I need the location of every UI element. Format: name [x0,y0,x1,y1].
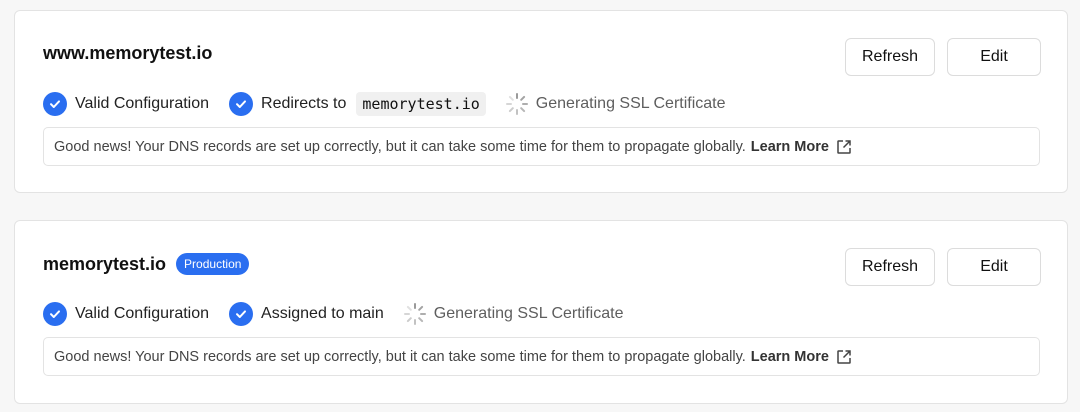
domain-title: memorytest.io Production [43,253,250,275]
domain-card-www: www.memorytest.io Refresh Edit Valid Con… [14,10,1068,193]
learn-more-label: Learn More [750,138,829,155]
loading-spinner-icon [403,303,426,325]
external-link-icon [837,139,851,154]
loading-spinner-icon [505,93,528,115]
status-label: Redirects to [261,95,347,112]
refresh-button[interactable]: Refresh [845,38,935,76]
redirect-target: memorytest.io [356,92,486,116]
status-ssl: Generating SSL Certificate [505,91,726,117]
check-circle-icon [43,92,67,116]
status-valid-configuration: Valid Configuration [43,302,209,326]
status-row: Valid Configuration Assigned to main Gen… [43,301,643,327]
edit-button[interactable]: Edit [947,38,1041,76]
status-valid-configuration: Valid Configuration [43,92,209,116]
domain-name: memorytest.io [43,253,167,274]
status-label: Assigned to main [261,305,384,322]
learn-more-link[interactable]: Learn More [751,138,853,156]
check-circle-icon [43,302,67,326]
domain-card-apex: memorytest.io Production Refresh Edit Va… [14,220,1068,404]
domain-name: www.memorytest.io [43,43,213,63]
status-assigned-branch: Assigned to main [229,302,384,326]
production-badge: Production [176,253,250,275]
domain-title: www.memorytest.io [43,43,212,64]
dns-notice: Good news! Your DNS records are set up c… [43,337,1040,376]
status-label: Valid Configuration [75,305,210,322]
notice-text: Good news! Your DNS records are set up c… [54,138,746,155]
check-circle-icon [229,302,254,326]
learn-more-label: Learn More [750,348,829,365]
learn-more-link[interactable]: Learn More [751,348,853,366]
notice-text: Good news! Your DNS records are set up c… [54,348,746,365]
status-ssl: Generating SSL Certificate [403,301,624,327]
check-circle-icon [229,92,254,116]
edit-button[interactable]: Edit [947,248,1041,286]
status-label: Generating SSL Certificate [535,95,726,112]
status-label: Valid Configuration [75,95,210,112]
status-redirect: Redirects to memorytest.io [229,92,486,116]
refresh-button[interactable]: Refresh [845,248,935,286]
external-link-icon [837,349,851,364]
status-label: Generating SSL Certificate [433,305,624,322]
dns-notice: Good news! Your DNS records are set up c… [43,127,1040,166]
status-row: Valid Configuration Redirects to memoryt… [43,91,746,117]
